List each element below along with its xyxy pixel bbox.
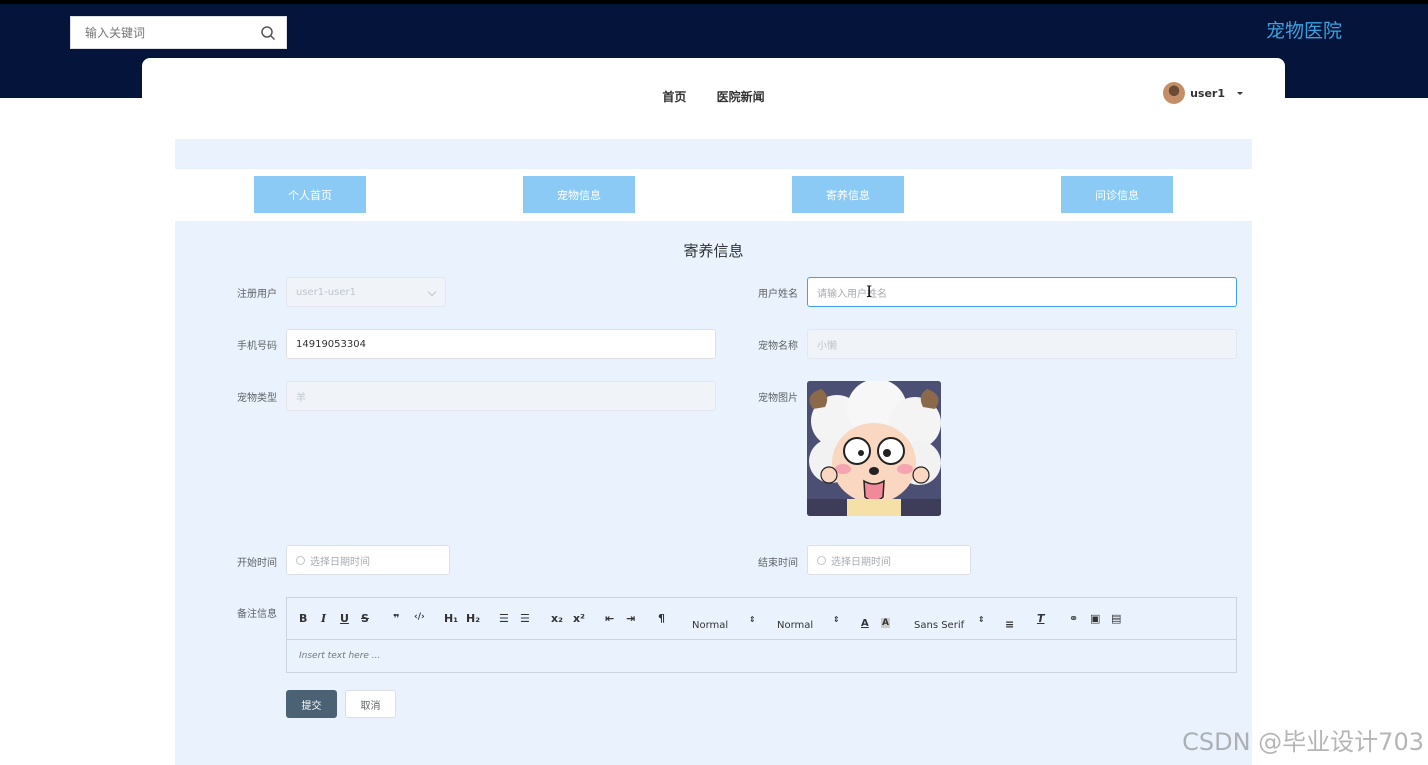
username: user1 (1190, 86, 1225, 100)
italic-icon[interactable]: I (321, 612, 326, 625)
indent-icon[interactable]: ⇥ (626, 612, 635, 625)
clock-icon (296, 555, 305, 565)
underline-icon[interactable]: U (340, 612, 349, 625)
link-icon[interactable]: ⚭ (1069, 612, 1078, 625)
heading-1-icon[interactable]: H₁ (444, 612, 458, 625)
ordered-list-icon[interactable]: ☰ (499, 612, 509, 625)
rich-text-editor: B I U S ❞ ‹/› H₁ H₂ ☰ ☰ x₂ x² ⇤ ⇥ ¶ Norm… (286, 597, 1237, 673)
pet-image[interactable] (807, 381, 941, 516)
user-name-label: 用户姓名 (758, 289, 798, 300)
subscript-icon[interactable]: x₂ (551, 612, 563, 625)
font-color-icon[interactable]: A (861, 618, 869, 629)
strike-icon[interactable]: S (361, 612, 369, 625)
start-time-picker[interactable]: 选择日期时间 (286, 545, 450, 575)
code-block-icon[interactable]: ‹/› (414, 612, 425, 622)
form-panel: 寄养信息 注册用户 user1-user1 用户姓名 请输入用户姓名 I 手机号… (175, 221, 1252, 765)
tab-boarding-info[interactable]: 寄养信息 (792, 176, 904, 213)
bold-icon[interactable]: B (299, 612, 307, 625)
end-time-placeholder: 选择日期时间 (831, 556, 891, 568)
start-time-placeholder: 选择日期时间 (310, 556, 370, 568)
top-edge (0, 0, 1428, 4)
form-title: 寄养信息 (683, 242, 744, 260)
clear-format-icon[interactable]: T (1037, 612, 1045, 625)
watermark: CSDN @毕业设计703 (1182, 728, 1424, 756)
registered-user-label: 注册用户 (237, 289, 277, 300)
phone-label: 手机号码 (237, 341, 277, 352)
bullet-list-icon[interactable]: ☰ (520, 612, 530, 625)
notes-label: 备注信息 (237, 609, 277, 620)
search-box[interactable] (70, 16, 287, 49)
header-select[interactable]: Normal (692, 620, 728, 631)
registered-user-select: user1-user1 (286, 277, 446, 307)
background-color-icon[interactable]: A (881, 618, 890, 628)
avatar (1163, 82, 1186, 104)
start-time-label: 开始时间 (237, 558, 277, 569)
search-icon[interactable] (260, 25, 276, 41)
select-arrows-icon: ⇕ (978, 615, 985, 624)
text-direction-icon[interactable]: ¶ (658, 612, 665, 625)
caret-down-icon (1237, 91, 1243, 95)
nav-item-news[interactable]: 医院新闻 (717, 88, 765, 105)
nav-item-home[interactable]: 首页 (662, 88, 686, 105)
tab-pet-info[interactable]: 宠物信息 (523, 176, 635, 213)
editor-toolbar: B I U S ❞ ‹/› H₁ H₂ ☰ ☰ x₂ x² ⇤ ⇥ ¶ Norm… (287, 598, 1236, 640)
user-name-field[interactable]: 请输入用户姓名 I (807, 277, 1237, 307)
text-cursor-icon: I (866, 282, 873, 301)
pet-name-field: 小懒 (807, 329, 1237, 359)
superscript-icon[interactable]: x² (573, 612, 585, 625)
editor-placeholder[interactable]: Insert text here ... (299, 651, 380, 661)
pet-name-value: 小懒 (817, 340, 837, 352)
pet-type-label: 宠物类型 (237, 393, 277, 404)
select-arrows-icon: ⇕ (749, 615, 756, 624)
cancel-button[interactable]: 取消 (345, 690, 396, 718)
pet-type-value: 羊 (296, 392, 306, 404)
outdent-icon[interactable]: ⇤ (605, 612, 614, 625)
sheep-illustration (807, 381, 941, 516)
phone-value: 14919053304 (296, 338, 366, 350)
user-menu[interactable]: user1 (1163, 82, 1243, 104)
blockquote-icon[interactable]: ❞ (393, 612, 399, 625)
size-select[interactable]: Normal (777, 620, 813, 631)
align-icon[interactable]: ≡ (1005, 618, 1014, 631)
brand-title: 宠物医院 (1265, 20, 1342, 42)
pet-type-field: 羊 (286, 381, 716, 411)
image-icon[interactable]: ▣ (1090, 612, 1100, 625)
tab-personal-home[interactable]: 个人首页 (254, 176, 366, 213)
clock-icon (817, 555, 826, 565)
end-time-picker[interactable]: 选择日期时间 (807, 545, 971, 575)
user-name-placeholder: 请输入用户姓名 (817, 288, 887, 300)
registered-user-value: user1-user1 (296, 286, 356, 298)
submit-button[interactable]: 提交 (286, 690, 337, 718)
phone-field[interactable]: 14919053304 (286, 329, 716, 359)
pet-image-label: 宠物图片 (758, 393, 798, 404)
banner-strip (175, 139, 1252, 169)
main-nav: 首页 医院新闻 (142, 88, 1285, 105)
center-tabs: 个人首页 宠物信息 寄养信息 问诊信息 (175, 169, 1252, 221)
search-input[interactable] (71, 17, 251, 48)
tab-consultation-info[interactable]: 问诊信息 (1061, 176, 1173, 213)
chevron-down-icon (427, 287, 437, 297)
select-arrows-icon: ⇕ (833, 615, 840, 624)
font-select[interactable]: Sans Serif (914, 620, 964, 631)
video-icon[interactable]: ▤ (1111, 612, 1121, 625)
end-time-label: 结束时间 (758, 558, 798, 569)
pet-name-label: 宠物名称 (758, 341, 798, 352)
heading-2-icon[interactable]: H₂ (466, 612, 480, 625)
